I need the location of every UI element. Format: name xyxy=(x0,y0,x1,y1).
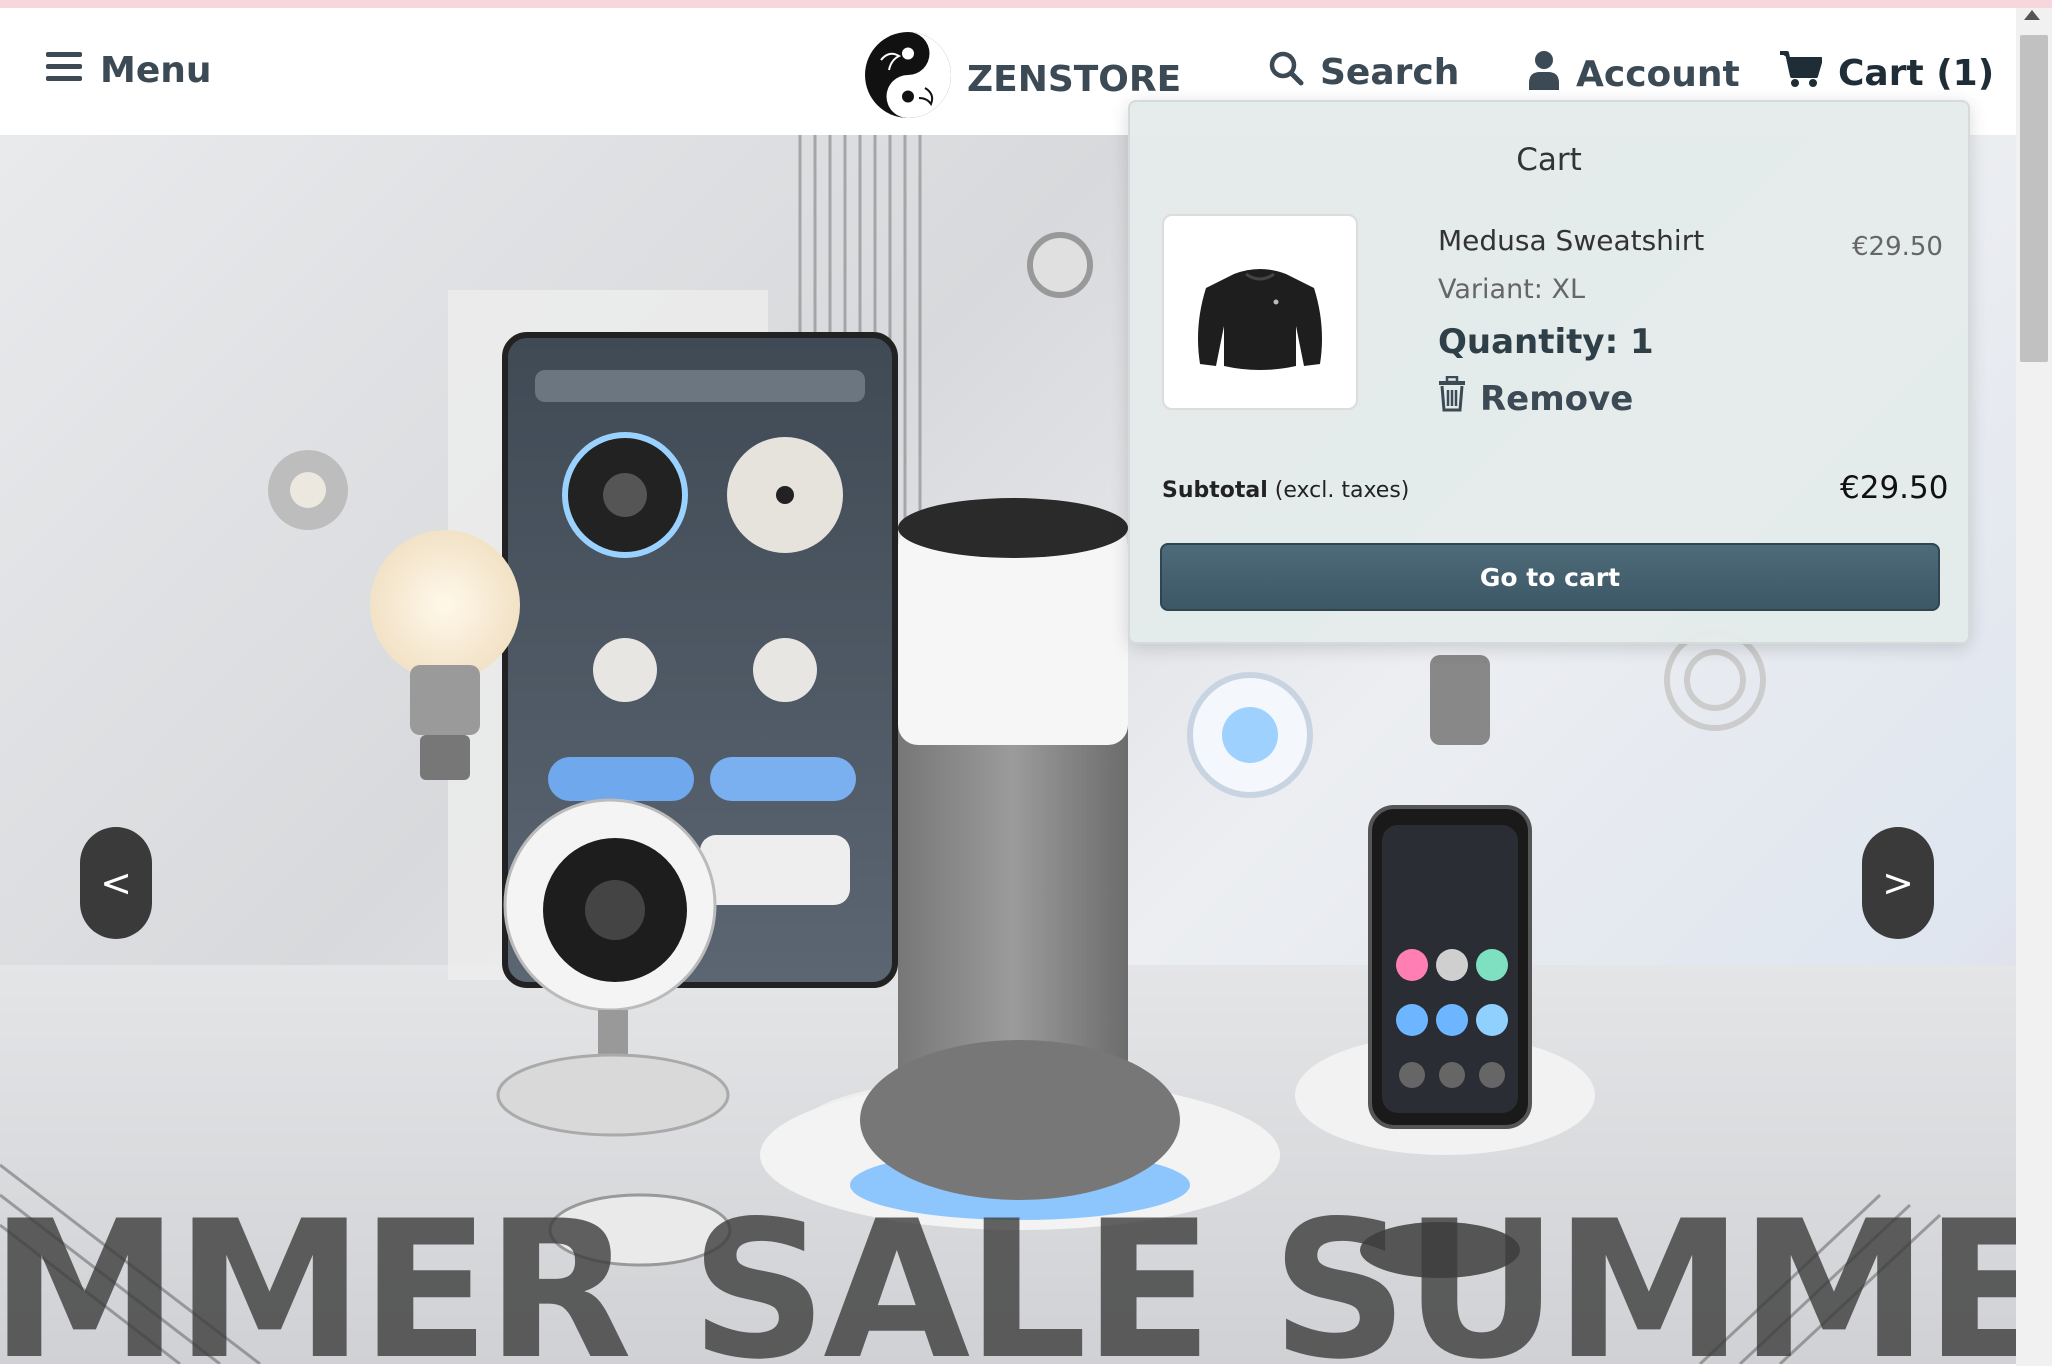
scroll-up-arrow-icon[interactable] xyxy=(2024,10,2040,20)
subtotal-note: (excl. taxes) xyxy=(1274,478,1410,503)
hamburger-icon xyxy=(46,50,82,91)
cart-item-thumbnail[interactable] xyxy=(1162,214,1358,410)
carousel-next-button[interactable]: > xyxy=(1862,827,1934,939)
cart-label: Cart (1) xyxy=(1838,53,1995,94)
chevron-right-icon: > xyxy=(1882,861,1914,905)
cart-dropdown: Cart Medusa Sweatshirt Variant: XL Quant… xyxy=(1128,100,1970,644)
cart-item-quantity: Quantity: 1 xyxy=(1438,322,1654,362)
go-to-cart-button[interactable]: Go to cart xyxy=(1160,543,1940,611)
subtotal-label: Subtotal (excl. taxes) xyxy=(1162,478,1409,503)
cart-item-remove-button[interactable]: Remove xyxy=(1438,375,1634,421)
search-label: Search xyxy=(1320,52,1460,93)
brand-name: ZENSTORE xyxy=(967,59,1182,100)
subtotal-title: Subtotal xyxy=(1162,478,1268,503)
trash-icon xyxy=(1438,375,1466,421)
cart-item-price: €29.50 xyxy=(1852,232,1943,262)
remove-label: Remove xyxy=(1480,378,1634,419)
cart-item-name[interactable]: Medusa Sweatshirt xyxy=(1438,224,1704,257)
search-button[interactable]: Search xyxy=(1268,50,1459,95)
yin-yang-logo-icon xyxy=(863,30,953,129)
scrollbar-thumb[interactable] xyxy=(2020,35,2048,362)
cart-dropdown-title: Cart xyxy=(1516,142,1582,178)
user-icon xyxy=(1528,50,1560,99)
menu-label: Menu xyxy=(100,50,212,91)
sweatshirt-image xyxy=(1198,269,1322,370)
cart-item-variant: Variant: XL xyxy=(1438,274,1585,305)
carousel-prev-button[interactable]: < xyxy=(80,827,152,939)
summer-sale-banner-text: MMER SALE SUMMER SA xyxy=(0,1180,2016,1364)
search-icon xyxy=(1268,50,1304,95)
cart-icon xyxy=(1780,50,1823,97)
chevron-left-icon: < xyxy=(100,861,132,905)
top-accent-line xyxy=(0,0,2052,8)
subtotal-value: €29.50 xyxy=(1840,470,1949,506)
account-label: Account xyxy=(1576,54,1740,95)
menu-button[interactable]: Menu xyxy=(46,50,212,91)
account-button[interactable]: Account xyxy=(1528,50,1740,99)
cart-button[interactable]: Cart (1) xyxy=(1780,50,1994,97)
